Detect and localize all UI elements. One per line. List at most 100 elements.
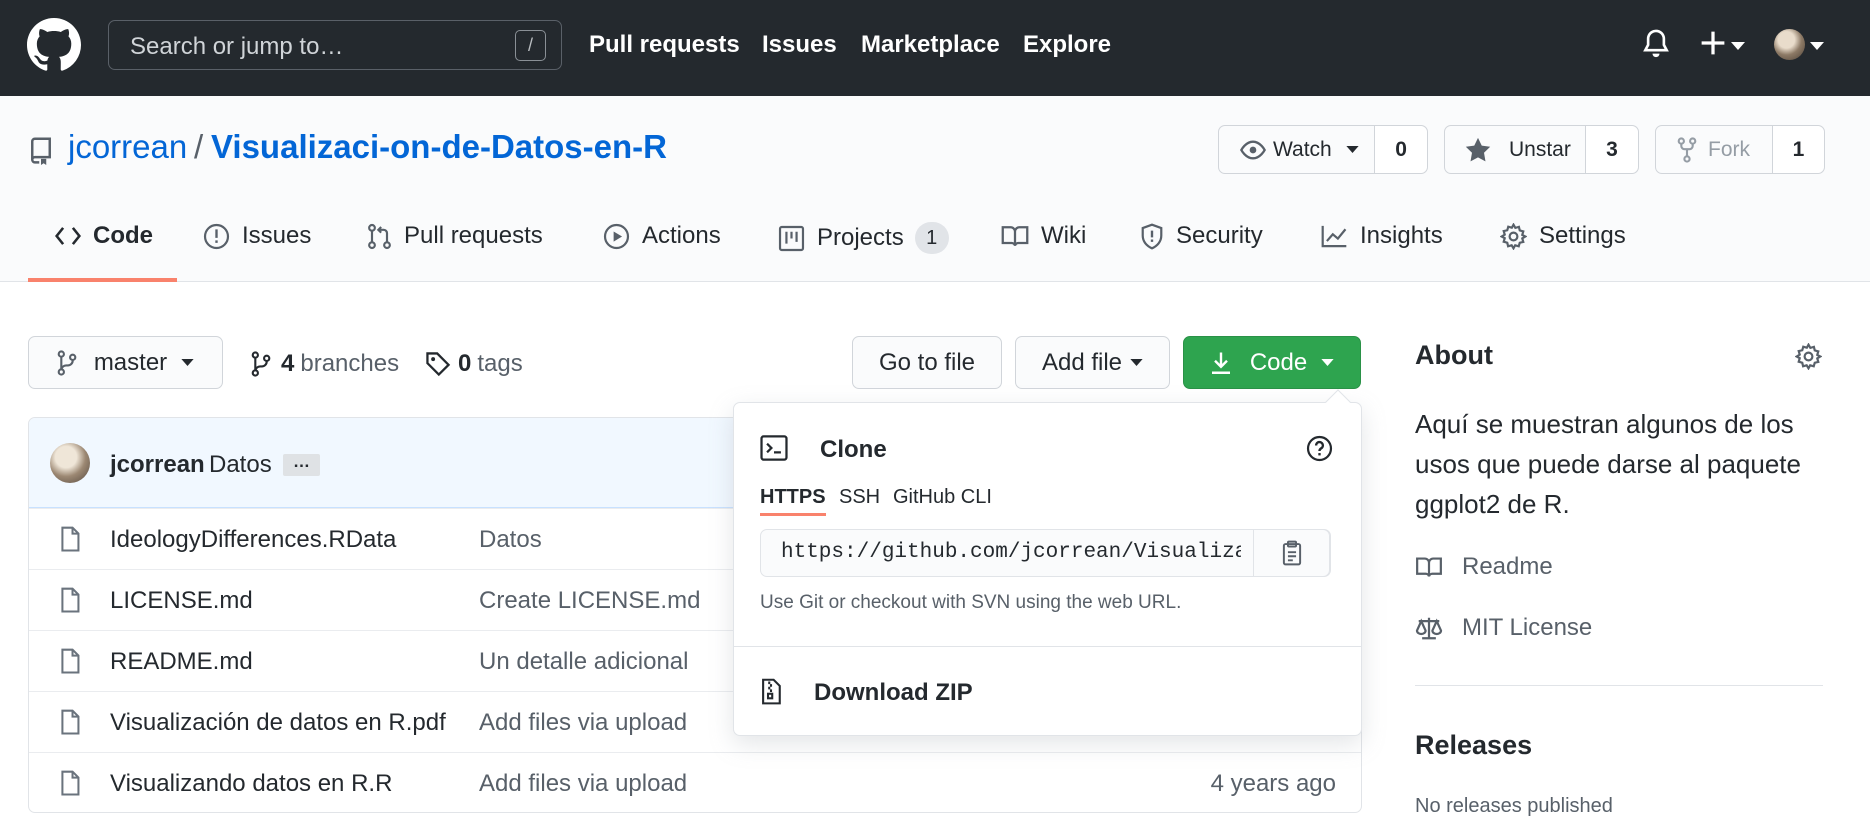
add-file-label: Add file xyxy=(1041,348,1123,376)
unstar-button[interactable]: Unstar xyxy=(1445,126,1586,173)
branch-select-button[interactable]: master xyxy=(28,336,223,389)
watch-count[interactable]: 0 xyxy=(1375,126,1427,173)
tab-security[interactable]: Security xyxy=(1140,222,1263,250)
chevron-down-icon xyxy=(1346,146,1359,153)
file-commit-message[interactable]: Create LICENSE.md xyxy=(479,587,700,615)
commit-author-avatar[interactable] xyxy=(50,443,90,483)
branches-label: branches xyxy=(300,350,400,377)
go-to-file-button[interactable]: Go to file xyxy=(852,336,1002,389)
chevron-down-icon[interactable] xyxy=(1810,42,1824,50)
file-name-link[interactable]: LICENSE.md xyxy=(110,587,253,615)
star-button-group: Unstar 3 xyxy=(1444,125,1639,174)
tab-wiki-label: Wiki xyxy=(1041,222,1087,249)
nav-explore[interactable]: Explore xyxy=(1023,31,1111,59)
shield-icon xyxy=(1141,223,1163,250)
active-tab-indicator xyxy=(28,278,177,282)
file-name-link[interactable]: Visualización de datos en R.pdf xyxy=(110,709,446,737)
branch-name: master xyxy=(93,348,168,376)
file-icon xyxy=(61,770,80,796)
fork-label: Fork xyxy=(1708,137,1750,161)
file-name-link[interactable]: Visualizando datos en R.R xyxy=(110,770,392,798)
nav-issues[interactable]: Issues xyxy=(762,31,837,59)
user-avatar[interactable] xyxy=(1774,29,1805,60)
git-branch-icon xyxy=(57,349,77,376)
tab-settings-label: Settings xyxy=(1539,222,1626,249)
license-link[interactable]: MIT License xyxy=(1415,614,1592,642)
repo-owner-link[interactable]: jcorrean xyxy=(68,128,187,166)
tab-actions[interactable]: Actions xyxy=(603,222,721,250)
code-button-label: Code xyxy=(1249,348,1308,376)
notifications-bell-icon[interactable] xyxy=(1642,28,1670,60)
clone-title: Clone xyxy=(820,436,887,463)
fork-button[interactable]: Fork xyxy=(1656,126,1773,173)
download-icon xyxy=(1211,352,1230,374)
clone-tab-github-cli[interactable]: GitHub CLI xyxy=(893,486,992,509)
readme-link[interactable]: Readme xyxy=(1415,553,1553,581)
watch-button[interactable]: Watch xyxy=(1219,126,1376,173)
file-commit-message[interactable]: Add files via upload xyxy=(479,770,687,798)
tab-insights-label: Insights xyxy=(1360,222,1443,249)
chevron-down-icon[interactable] xyxy=(1731,42,1745,50)
tab-code[interactable]: Code xyxy=(55,222,153,250)
help-question-icon[interactable] xyxy=(1306,435,1333,462)
tab-projects-label: Projects xyxy=(817,224,904,251)
play-circle-icon xyxy=(603,223,630,249)
copy-to-clipboard-button[interactable] xyxy=(1253,529,1330,577)
clone-url-text[interactable]: https://github.com/jcorrean/Visualizac xyxy=(781,541,1241,564)
tab-issues[interactable]: Issues xyxy=(203,222,311,250)
repo-header xyxy=(0,96,1870,282)
clone-hint-text: Use Git or checkout with SVN using the w… xyxy=(760,592,1182,613)
nav-marketplace[interactable]: Marketplace xyxy=(861,31,1000,59)
readme-label: Readme xyxy=(1462,553,1553,580)
law-scale-icon xyxy=(1415,617,1443,640)
download-zip-link[interactable]: Download ZIP xyxy=(814,679,973,707)
git-branch-icon xyxy=(251,351,271,377)
code-brackets-icon xyxy=(55,227,81,245)
github-logo-icon[interactable] xyxy=(27,18,81,72)
file-name-link[interactable]: README.md xyxy=(110,648,253,676)
pull-request-icon xyxy=(368,223,391,249)
gear-icon xyxy=(1500,222,1527,250)
tab-actions-label: Actions xyxy=(642,222,721,249)
file-icon xyxy=(61,526,80,552)
book-icon xyxy=(1001,226,1029,247)
fork-icon xyxy=(1677,136,1697,163)
tab-wiki[interactable]: Wiki xyxy=(1001,222,1086,250)
clone-url-field[interactable]: https://github.com/jcorrean/Visualizac xyxy=(760,529,1331,577)
repo-name-link[interactable]: Visualizaci-on-de-Datos-en-R xyxy=(211,128,667,166)
file-name-link[interactable]: IdeologyDifferences.RData xyxy=(110,526,396,554)
tags-link[interactable]: 0 tags xyxy=(425,350,523,378)
search-input[interactable]: Search or jump to… / xyxy=(108,20,562,70)
clone-tab-ssh[interactable]: SSH xyxy=(839,486,880,509)
no-releases-text: No releases published xyxy=(1415,795,1613,817)
gear-icon[interactable] xyxy=(1795,343,1822,370)
watch-label: Watch xyxy=(1273,137,1332,161)
watch-button-group: Watch 0 xyxy=(1218,125,1428,174)
file-commit-message[interactable]: Un detalle adicional xyxy=(479,648,688,676)
fork-count[interactable]: 1 xyxy=(1773,126,1824,173)
branches-link[interactable]: 4 branches xyxy=(250,350,399,378)
tab-pull-requests[interactable]: Pull requests xyxy=(367,222,543,250)
file-zip-icon xyxy=(760,678,782,706)
releases-heading[interactable]: Releases xyxy=(1415,730,1532,761)
file-commit-message[interactable]: Datos xyxy=(479,526,542,554)
commit-author-link[interactable]: jcorrean xyxy=(110,451,205,479)
tab-projects[interactable]: Projects 1 xyxy=(778,222,949,254)
tags-label: tags xyxy=(477,350,523,377)
issue-opened-icon xyxy=(203,223,230,249)
add-file-button[interactable]: Add file xyxy=(1015,336,1170,389)
star-count[interactable]: 3 xyxy=(1586,126,1638,173)
tab-insights[interactable]: Insights xyxy=(1321,222,1443,250)
license-label: MIT License xyxy=(1462,614,1593,641)
projects-count-badge: 1 xyxy=(914,222,949,254)
code-download-button[interactable]: Code xyxy=(1183,336,1361,389)
create-new-plus-icon[interactable] xyxy=(1700,30,1726,56)
clone-tab-https[interactable]: HTTPS xyxy=(760,486,826,509)
nav-pull-requests[interactable]: Pull requests xyxy=(589,31,740,59)
project-board-icon xyxy=(778,225,805,251)
commit-message-link[interactable]: Datos xyxy=(209,451,272,479)
file-commit-message[interactable]: Add files via upload xyxy=(479,709,687,737)
commit-expand-button[interactable]: … xyxy=(283,453,320,476)
tab-settings[interactable]: Settings xyxy=(1500,222,1626,250)
file-icon xyxy=(61,709,80,735)
